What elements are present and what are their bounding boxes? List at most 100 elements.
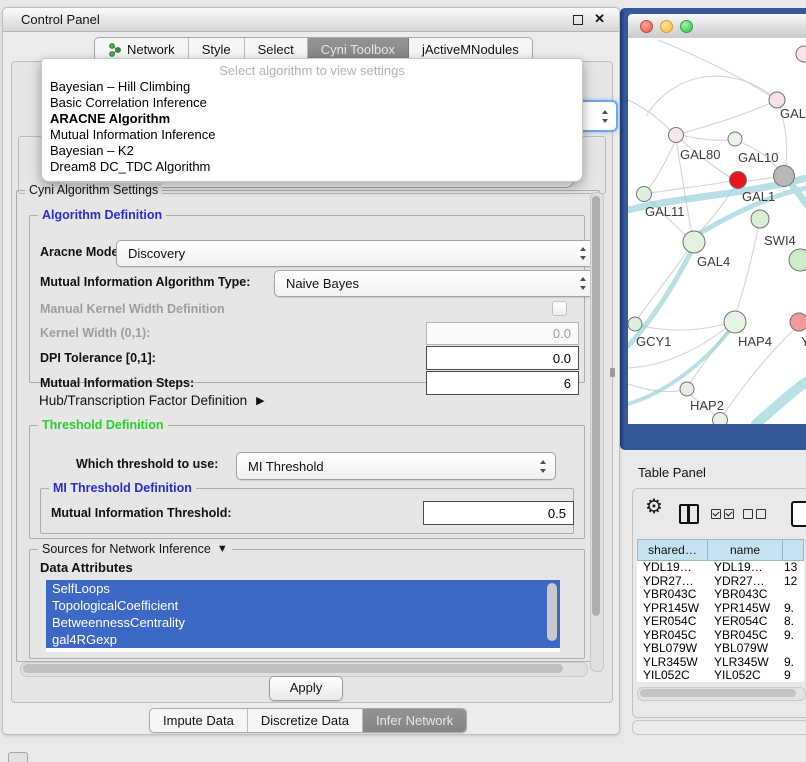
kernel-width-field[interactable]: 0.0 — [426, 322, 579, 345]
scrollbar-thumb[interactable] — [23, 664, 563, 673]
table-row[interactable]: YDL19…YDL19…13 — [637, 561, 804, 575]
sources-group: Sources for Network Inference ▼ Data Att… — [29, 549, 585, 659]
aracne-mode-select[interactable]: Discovery — [116, 240, 596, 267]
cell: YDL19… — [637, 561, 708, 575]
scrollbar-thumb[interactable] — [592, 196, 600, 616]
panel-splitter-handle[interactable] — [610, 368, 615, 377]
column-header-shared[interactable]: shared… — [637, 539, 708, 561]
gear-icon[interactable]: ⚙ — [645, 494, 663, 519]
list-item[interactable]: gal4RGexp — [46, 631, 560, 648]
mi-threshold-value: 0.5 — [548, 506, 566, 521]
node-gal11[interactable] — [637, 187, 652, 202]
aracne-mode-value: Discovery — [128, 246, 185, 261]
dropdown-item[interactable]: Bayesian – Hill Climbing — [42, 79, 582, 95]
manual-kernel-checkbox[interactable] — [552, 301, 567, 316]
node-label: GAL80 — [680, 147, 720, 162]
table-row[interactable]: YBL079WYBL079W — [637, 642, 804, 656]
select-all-columns-icon[interactable] — [711, 509, 734, 519]
which-threshold-select[interactable]: MI Threshold — [236, 452, 556, 480]
node-gal4[interactable] — [683, 231, 705, 253]
tab-infer-network[interactable]: Infer Network — [363, 709, 466, 732]
node-gal1[interactable] — [730, 172, 747, 189]
table-row[interactable]: YLR345WYLR345W9. — [637, 656, 804, 670]
stepper-arrows-icon — [579, 247, 588, 260]
dropdown-item[interactable]: Dream8 DC_TDC Algorithm — [42, 159, 582, 175]
mi-threshold-field[interactable]: 0.5 — [423, 501, 574, 525]
kernel-width-label: Kernel Width (0,1): — [40, 326, 150, 340]
node-gal10[interactable] — [728, 132, 742, 146]
columns-icon[interactable] — [679, 504, 699, 524]
list-item[interactable]: TopologicalCoefficient — [46, 597, 560, 614]
float-icon[interactable] — [573, 15, 583, 25]
mi-type-select[interactable]: Naive Bayes — [274, 270, 596, 297]
dropdown-item-selected[interactable]: ARACNE Algorithm — [42, 111, 582, 127]
list-item[interactable]: SelfLoops — [46, 580, 560, 597]
bottom-left-partial-button[interactable] — [8, 752, 28, 762]
node-labels: GAL80 GAL10 GAL1 GAL11 GAL4 SWI4 GCY1 HA… — [636, 106, 806, 413]
control-panel-titlebar[interactable]: Control Panel ✕ — [3, 8, 619, 32]
scrollbar-thumb[interactable] — [640, 689, 796, 697]
column-header-name[interactable]: name — [707, 539, 783, 561]
node-gcy1[interactable] — [628, 317, 642, 331]
cell: 9. — [784, 629, 804, 643]
list-item[interactable]: BetweennessCentrality — [46, 614, 560, 631]
column-header-cut[interactable] — [782, 539, 804, 561]
node-unlabeled-green[interactable] — [751, 210, 769, 228]
algorithm-dropdown-popup: Select algorithm to view settings Bayesi… — [41, 58, 583, 182]
node-label: GCY1 — [636, 334, 671, 349]
tab-discretize-data[interactable]: Discretize Data — [248, 709, 363, 732]
settings-vertical-scrollbar[interactable] — [590, 192, 604, 672]
data-attributes-list[interactable]: SelfLoops TopologicalCoefficient Between… — [46, 580, 560, 652]
dropdown-item[interactable]: Bayesian – K2 — [42, 143, 582, 159]
mi-threshold-label: Mutual Information Threshold: — [51, 506, 232, 520]
minimize-button[interactable] — [660, 20, 673, 33]
node-hap2[interactable] — [680, 382, 694, 396]
node-unlabeled-gray[interactable] — [774, 166, 795, 187]
table-row[interactable]: YIL052CYIL052C9 — [637, 669, 804, 682]
node-swi4[interactable] — [789, 249, 806, 271]
close-icon[interactable]: ✕ — [594, 11, 605, 27]
table-header-row: shared… name — [637, 539, 804, 561]
mi-steps-label: Mutual Information Steps: — [40, 376, 194, 390]
node-label: GAL1 — [742, 189, 775, 204]
table-panel-titlebar[interactable]: Table Panel — [628, 460, 806, 486]
table-body[interactable]: YDL19…YDL19…13 YDR27…YDR27…12 YBR043CYBR… — [637, 561, 804, 682]
which-threshold-value: MI Threshold — [248, 459, 324, 474]
table-row[interactable]: YPR145WYPR145W9. — [637, 602, 804, 616]
deselect-all-columns-icon[interactable] — [743, 509, 766, 519]
dropdown-item[interactable]: Basic Correlation Inference — [42, 95, 582, 111]
cell: YBR043C — [708, 588, 784, 602]
network-icon — [108, 43, 122, 57]
dpi-tolerance-field[interactable]: 0.0 — [426, 346, 579, 370]
new-table-icon[interactable] — [791, 501, 806, 527]
table-row[interactable]: YDR27…YDR27…12 — [637, 575, 804, 589]
table-row[interactable]: YER054CYER054C8. — [637, 615, 804, 629]
network-graph[interactable]: GAL80 GAL10 GAL1 GAL11 GAL4 SWI4 GCY1 HA… — [628, 38, 806, 424]
zoom-button[interactable] — [680, 20, 693, 33]
node-gal80[interactable] — [669, 128, 684, 143]
settings-horizontal-scrollbar[interactable] — [20, 662, 588, 677]
network-window-titlebar[interactable] — [628, 14, 806, 39]
sources-group-title: Sources for Network Inference — [42, 542, 211, 556]
table-row[interactable]: YBR045CYBR045C9. — [637, 629, 804, 643]
network-canvas[interactable]: GAL80 GAL10 GAL1 GAL11 GAL4 SWI4 GCY1 HA… — [628, 38, 806, 424]
chevron-down-icon[interactable]: ▼ — [217, 543, 228, 555]
tab-impute-data[interactable]: Impute Data — [150, 709, 248, 732]
mi-steps-field[interactable]: 6 — [426, 371, 579, 395]
apply-button[interactable]: Apply — [269, 676, 343, 701]
dropdown-item[interactable]: Mutual Information Inference — [42, 127, 582, 143]
node-y[interactable] — [790, 313, 806, 331]
node-unlabeled-pink[interactable] — [796, 46, 806, 62]
close-button[interactable] — [640, 20, 653, 33]
aracne-mode-label: Aracne Mode: — [40, 245, 123, 259]
chevron-right-icon[interactable]: ▶ — [256, 394, 264, 407]
checked-checkbox-icon — [711, 509, 721, 519]
table-row[interactable]: YBR043CYBR043C — [637, 588, 804, 602]
table-horizontal-scrollbar[interactable] — [637, 687, 806, 701]
hub-tf-section-header[interactable]: Hub/Transcription Factor Definition ▶ — [39, 393, 265, 408]
node-label: GAL10 — [738, 150, 778, 165]
table-panel-footer — [632, 720, 806, 735]
list-scrollbar[interactable] — [547, 583, 557, 641]
node-hap4[interactable] — [724, 311, 746, 333]
node-unlabeled-bottom[interactable] — [713, 413, 728, 425]
